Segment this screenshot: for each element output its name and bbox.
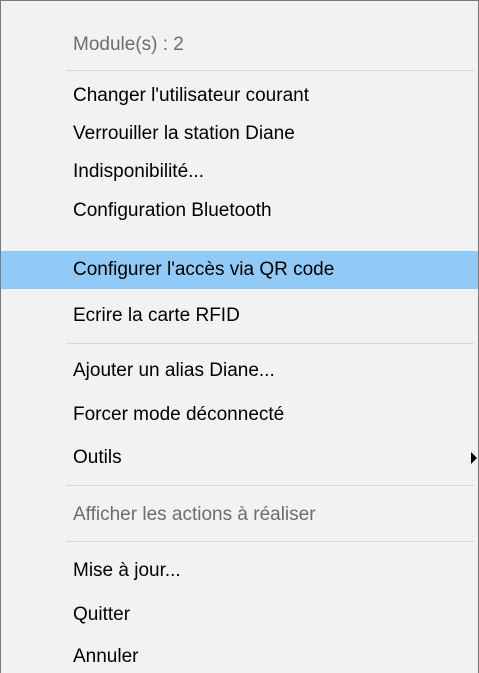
menu-item-annuler[interactable]: Annuler xyxy=(1,638,478,673)
menu-item-verrouiller-station[interactable]: Verrouiller la station Diane xyxy=(1,115,478,153)
menu-item-configuration-bluetooth[interactable]: Configuration Bluetooth xyxy=(1,192,478,230)
menu-item-afficher-actions: Afficher les actions à réaliser xyxy=(73,504,316,525)
menu-item-configurer-qr-code[interactable]: Configurer l'accès via QR code xyxy=(1,251,478,289)
menu-item-quitter[interactable]: Quitter xyxy=(1,596,478,634)
menu-item-mise-a-jour[interactable]: Mise à jour... xyxy=(1,552,478,590)
menu-item-outils-label: Outils xyxy=(73,447,122,468)
menu-item-indisponibilite[interactable]: Indisponibilité... xyxy=(1,153,478,191)
menu-item-changer-utilisateur[interactable]: Changer l'utilisateur courant xyxy=(1,77,478,115)
menu-item-forcer-mode-deconnecte[interactable]: Forcer mode déconnecté xyxy=(1,396,478,434)
context-menu: Module(s) : 2 Changer l'utilisateur cour… xyxy=(0,0,479,673)
menu-separator xyxy=(66,541,474,542)
menu-separator xyxy=(66,485,474,486)
menu-separator xyxy=(66,70,474,71)
menu-item-outils[interactable]: Outils xyxy=(1,439,478,477)
menu-separator xyxy=(66,343,474,344)
chevron-right-icon xyxy=(471,452,477,464)
menu-header-modules: Module(s) : 2 xyxy=(73,34,184,55)
menu-item-ajouter-alias[interactable]: Ajouter un alias Diane... xyxy=(1,352,478,390)
menu-item-ecrire-carte-rfid[interactable]: Ecrire la carte RFID xyxy=(1,297,478,335)
